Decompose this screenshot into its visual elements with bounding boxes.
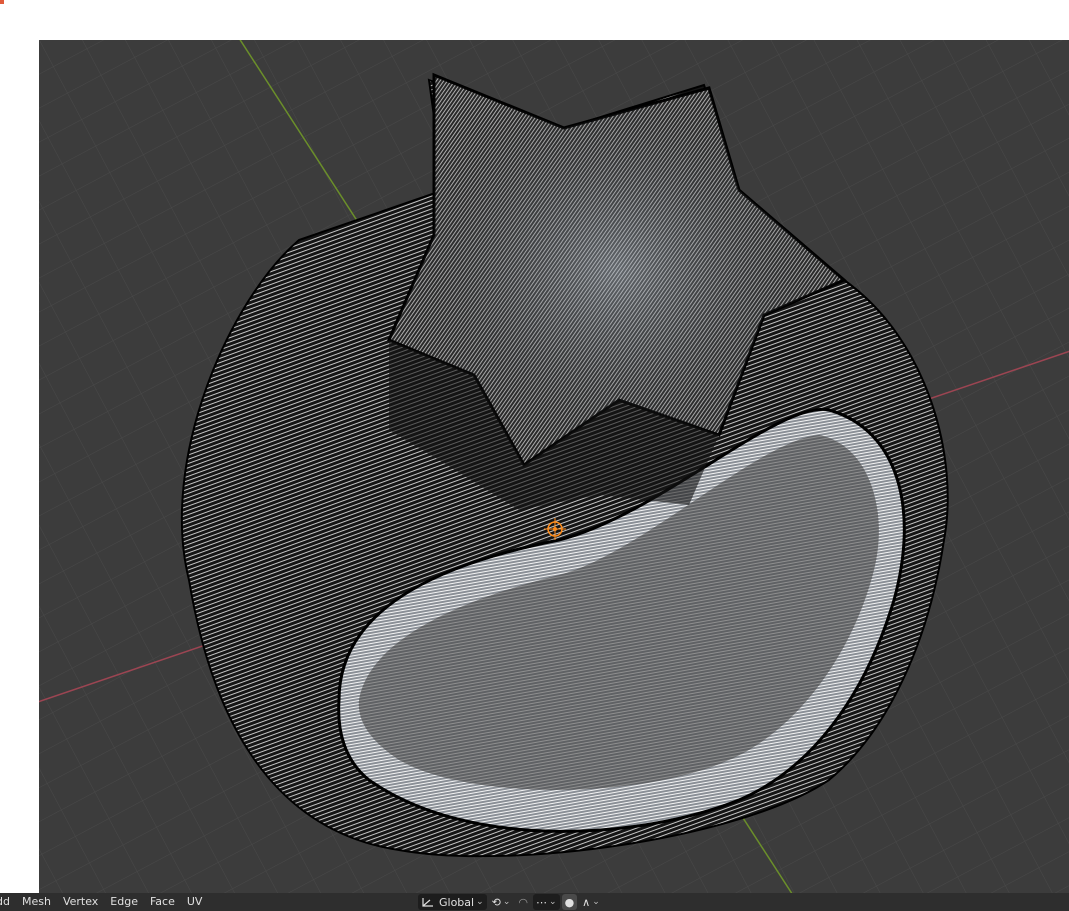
- chevron-down-icon: ⌄: [476, 897, 484, 907]
- menu-face[interactable]: Face: [144, 893, 181, 911]
- snap-element-dropdown[interactable]: ⋯ ⌄: [533, 894, 560, 910]
- menu-edge[interactable]: Edge: [104, 893, 144, 911]
- chevron-down-icon: ⌄: [592, 897, 600, 907]
- menu-vertex[interactable]: Vertex: [57, 893, 104, 911]
- snap-magnet-icon: ◠: [518, 895, 529, 909]
- viewport-tool-settings: Global ⌄ ⟲ ⌄ ◠ ⋯ ⌄ ● ∧ ⌄: [418, 893, 603, 911]
- falloff-curve-icon: ∧: [582, 895, 591, 909]
- menu-mesh[interactable]: Mesh: [16, 893, 57, 911]
- transform-orientation-dropdown[interactable]: Global ⌄: [418, 894, 487, 910]
- viewport-header: dd Mesh Vertex Edge Face UV Global ⌄ ⟲ ⌄…: [0, 893, 1069, 911]
- snap-toggle[interactable]: ◠: [515, 894, 531, 910]
- menu-uv[interactable]: UV: [181, 893, 209, 911]
- 3d-viewport[interactable]: [39, 40, 1069, 911]
- chevron-down-icon: ⌄: [502, 897, 511, 907]
- corner-marker: [0, 0, 4, 4]
- proportional-editing-icon: ●: [564, 895, 575, 909]
- viewport-canvas[interactable]: [39, 40, 1069, 911]
- menu-add[interactable]: dd: [0, 893, 16, 911]
- pivot-point-dropdown[interactable]: ⟲ ⌄: [489, 894, 514, 910]
- orientation-axes-icon: [422, 898, 433, 907]
- snap-increment-icon: ⋯: [536, 895, 548, 909]
- proportional-editing-toggle[interactable]: ●: [561, 894, 578, 910]
- chevron-down-icon: ⌄: [549, 897, 557, 907]
- pivot-icon: ⟲: [491, 895, 501, 909]
- transform-orientation-value: Global: [439, 895, 475, 909]
- proportional-falloff-dropdown[interactable]: ∧ ⌄: [579, 894, 603, 910]
